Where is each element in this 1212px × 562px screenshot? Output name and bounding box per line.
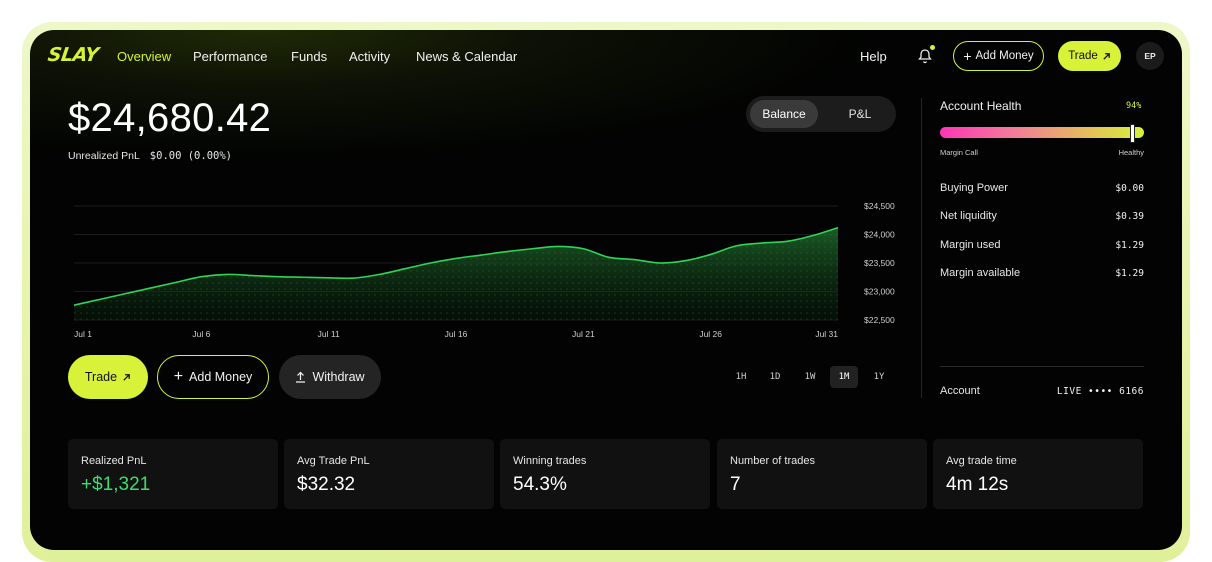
account-balance: $24,680.42	[68, 96, 272, 140]
card-value: 7	[730, 474, 741, 495]
card-label: Winning trades	[513, 455, 587, 467]
toggle-balance[interactable]: Balance	[750, 100, 818, 128]
balance-pnl-toggle: Balance P&L	[746, 96, 896, 132]
add-money-button[interactable]: + Add Money	[157, 355, 269, 399]
card-label: Avg Trade PnL	[297, 455, 370, 467]
x-tick-label: Jul 21	[572, 329, 595, 339]
timeframe-1m[interactable]: 1M	[830, 366, 858, 388]
account-health-percent: 94%	[1126, 101, 1142, 111]
account-health-bar	[940, 127, 1144, 138]
y-tick-label: $22,500	[864, 315, 895, 325]
card-value: +$1,321	[81, 474, 151, 495]
buying-power-label: Buying Power	[940, 182, 1008, 194]
stat-card-number-of-trades: Number of trades 7	[717, 439, 927, 509]
stat-card-winning-trades: Winning trades 54.3%	[500, 439, 710, 509]
x-tick-label: Jul 26	[699, 329, 722, 339]
margin-available-label: Margin available	[940, 267, 1021, 279]
unrealized-pnl: Unrealized PnL $0.00 (0.00%)	[68, 150, 232, 162]
y-tick-label: $23,500	[864, 258, 895, 268]
x-tick-label: Jul 1	[74, 329, 92, 339]
balance-chart: Jul 1 Jul 6 Jul 11 Jul 16 Jul 21 Jul 26 Jul 31…	[73, 201, 895, 339]
nav-performance[interactable]: Performance	[193, 49, 267, 64]
margin-used-value: $1.29	[1115, 240, 1144, 251]
margin-used-label: Margin used	[940, 239, 1001, 251]
plus-icon: +	[173, 368, 184, 385]
stat-card-avg-trade-pnl: Avg Trade PnL $32.32	[284, 439, 494, 509]
y-tick-label: $24,500	[864, 201, 895, 211]
timeframe-1h[interactable]: 1H	[727, 366, 755, 388]
buying-power-value: $0.00	[1115, 183, 1144, 194]
add-money-button-header[interactable]: + Add Money	[953, 41, 1044, 71]
timeframe-1w[interactable]: 1W	[796, 366, 824, 388]
trade-label: Trade	[1068, 50, 1098, 62]
card-label: Number of trades	[730, 455, 815, 467]
chart-area-texture	[74, 227, 838, 320]
slay-logo[interactable]: SLAY	[46, 44, 99, 66]
x-tick-label: Jul 11	[318, 329, 340, 339]
app-screen: SLAY Overview Performance Funds Activity…	[30, 30, 1182, 550]
stat-card-avg-trade-time: Avg trade time 4m 12s	[933, 439, 1143, 509]
help-link[interactable]: Help	[860, 49, 887, 64]
plus-icon: +	[963, 48, 972, 64]
trade-button-header[interactable]: Trade	[1058, 41, 1121, 71]
card-label: Realized PnL	[81, 455, 147, 467]
withdraw-button-label: Withdraw	[312, 370, 365, 384]
stat-card-realized-pnl: Realized PnL +$1,321	[68, 439, 278, 509]
nav-overview[interactable]: Overview	[117, 49, 171, 64]
margin-call-label: Margin Call	[940, 148, 978, 157]
avatar[interactable]: EP	[1136, 42, 1164, 70]
x-tick-label: Jul 6	[192, 329, 210, 339]
unrealized-pnl-label: Unrealized PnL	[68, 150, 140, 162]
add-money-button-label: Add Money	[189, 370, 253, 384]
nav-news-calendar[interactable]: News & Calendar	[416, 49, 517, 64]
nav-activity[interactable]: Activity	[349, 49, 390, 64]
nav-funds[interactable]: Funds	[291, 49, 327, 64]
upload-icon	[296, 371, 306, 383]
trade-button[interactable]: Trade	[68, 355, 148, 399]
x-tick-label: Jul 31	[815, 329, 838, 339]
account-divider	[940, 366, 1144, 367]
unrealized-pnl-value: $0.00 (0.00%)	[149, 150, 232, 162]
timeframe-1d[interactable]: 1D	[761, 366, 789, 388]
withdraw-button[interactable]: Withdraw	[279, 355, 381, 399]
account-health-title: Account Health	[940, 99, 1022, 113]
notification-dot	[930, 45, 935, 50]
account-number[interactable]: LIVE •••• 6166	[1057, 386, 1144, 397]
account-health-marker	[1129, 124, 1135, 143]
y-tick-label: $23,000	[864, 287, 895, 297]
panel-divider	[921, 98, 922, 398]
trade-button-label: Trade	[84, 370, 118, 384]
add-money-label: Add Money	[975, 50, 1034, 62]
margin-available-value: $1.29	[1115, 268, 1144, 279]
toggle-pnl[interactable]: P&L	[830, 100, 890, 128]
net-liquidity-label: Net liquidity	[940, 210, 997, 222]
account-label: Account	[940, 385, 980, 397]
arrow-up-right-icon	[1103, 52, 1110, 60]
card-value: 54.3%	[513, 474, 567, 495]
healthy-label: Healthy	[1118, 148, 1144, 157]
timeframe-1y[interactable]: 1Y	[865, 366, 893, 388]
arrow-up-right-icon	[123, 373, 130, 381]
y-tick-label: $24,000	[864, 230, 895, 240]
x-tick-label: Jul 16	[445, 329, 468, 339]
card-value: 4m 12s	[946, 474, 1009, 495]
card-value: $32.32	[297, 474, 356, 495]
net-liquidity-value: $0.39	[1115, 211, 1144, 222]
card-label: Avg trade time	[946, 455, 1017, 467]
